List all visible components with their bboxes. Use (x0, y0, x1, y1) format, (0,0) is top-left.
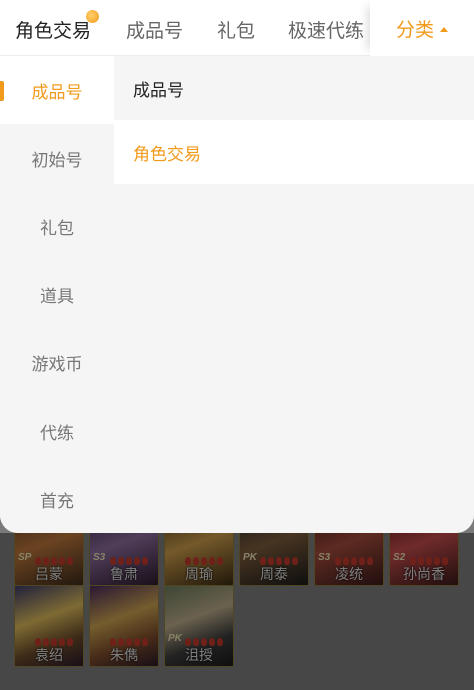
dim-overlay[interactable] (0, 533, 474, 690)
category-button[interactable]: 分类 (370, 0, 474, 56)
category-label: 分类 (395, 19, 434, 41)
category-sub-menu: 成品号 角色交易 (114, 56, 474, 533)
left-menu-item[interactable]: 道具 (0, 260, 114, 328)
caret-up-icon (440, 26, 448, 32)
sub-menu-item[interactable]: 成品号 (114, 56, 474, 120)
left-menu-item[interactable]: 初始号 (0, 124, 114, 192)
top-tab-bar: 角色交易 成品号 礼包 极速代练 分类 (0, 0, 474, 56)
tab-gift-pack[interactable]: 礼包 (217, 16, 255, 43)
tab-role-trade[interactable]: 角色交易 (15, 10, 100, 43)
left-menu-item[interactable]: 游戏币 (0, 328, 114, 396)
tab-finished-account[interactable]: 成品号 (126, 16, 183, 43)
active-indicator (0, 81, 4, 101)
tab-fast-boost[interactable]: 极速代练 (288, 16, 364, 43)
left-menu-item[interactable]: 成品号 (0, 56, 114, 124)
left-menu-item[interactable]: 代练 (0, 397, 114, 465)
category-dropdown: 成品号 初始号 礼包 道具 游戏币 代练 首充 成品号 角色交易 (0, 56, 474, 533)
sub-menu-item-selected[interactable]: 角色交易 (114, 120, 474, 184)
badge-dot-icon (86, 10, 100, 23)
left-menu-item[interactable]: 首充 (0, 465, 114, 533)
category-left-menu: 成品号 初始号 礼包 道具 游戏币 代练 首充 (0, 56, 114, 533)
left-menu-item[interactable]: 礼包 (0, 192, 114, 260)
